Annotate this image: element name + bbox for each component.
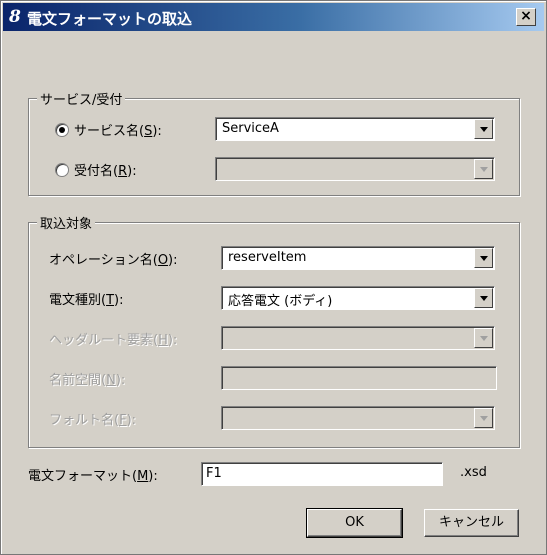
service-group: サービス/受付 サービス名(S): ServiceA 受付名(R): [28, 89, 520, 196]
chevron-down-icon [480, 127, 488, 132]
operation-dropdown-button[interactable] [474, 248, 493, 268]
service-group-title: サービス/受付 [37, 89, 126, 108]
reception-name-dropdown-button[interactable] [474, 159, 493, 179]
service-radio-dot [59, 127, 65, 133]
header-root-combo[interactable] [221, 326, 495, 350]
import-dialog: 8 電文フォーマットの取込 × サービス/受付 サービス名(S): Servic… [0, 0, 547, 555]
fault-name-dropdown-button[interactable] [474, 408, 493, 428]
service-name-combo[interactable]: ServiceA [215, 117, 495, 141]
message-type-value: 応答電文 (ボディ) [228, 294, 333, 309]
service-name-value: ServiceA [222, 121, 279, 136]
chevron-down-icon [480, 167, 488, 172]
chevron-down-icon [480, 336, 488, 341]
xsd-extension-label: .xsd [460, 465, 487, 480]
title-bar: 8 電文フォーマットの取込 × [3, 3, 544, 31]
operation-value: reserveItem [228, 250, 307, 265]
reception-radio[interactable] [55, 163, 69, 177]
message-format-label: 電文フォーマット(M): [28, 469, 158, 484]
service-name-dropdown-button[interactable] [474, 119, 493, 139]
operation-combo[interactable]: reserveItem [221, 246, 495, 270]
message-format-value: F1 [206, 466, 222, 481]
message-format-field[interactable]: F1 [201, 462, 443, 486]
chevron-down-icon [480, 256, 488, 261]
message-type-dropdown-button[interactable] [474, 288, 493, 308]
app-icon: 8 [9, 7, 21, 27]
reception-name-combo[interactable] [215, 157, 495, 181]
namespace-field[interactable] [221, 366, 497, 390]
target-group-title: 取込対象 [37, 213, 96, 232]
header-root-dropdown-button[interactable] [474, 328, 493, 348]
close-button[interactable]: × [516, 8, 536, 26]
header-root-label: ヘッダルート要素(H): [49, 333, 178, 348]
service-radio-label[interactable]: サービス名(S): [74, 120, 162, 139]
chevron-down-icon [480, 416, 488, 421]
fault-name-label: フォルト名(F): [49, 413, 137, 428]
target-group: 取込対象 オペレーション名(O): reserveItem 電文種別(T): 応… [28, 213, 520, 448]
reception-radio-label[interactable]: 受付名(R): [74, 160, 137, 179]
namespace-label: 名前空間(N): [49, 373, 126, 388]
ok-button[interactable]: OK [306, 508, 403, 538]
chevron-down-icon [480, 296, 488, 301]
message-type-combo[interactable]: 応答電文 (ボディ) [221, 286, 495, 310]
fault-name-combo[interactable] [221, 406, 495, 430]
operation-label: オペレーション名(O): [49, 253, 178, 268]
message-type-label: 電文種別(T): [49, 293, 124, 308]
window-title: 電文フォーマットの取込 [27, 10, 193, 28]
service-radio[interactable] [55, 123, 69, 137]
cancel-button[interactable]: キャンセル [424, 509, 519, 537]
